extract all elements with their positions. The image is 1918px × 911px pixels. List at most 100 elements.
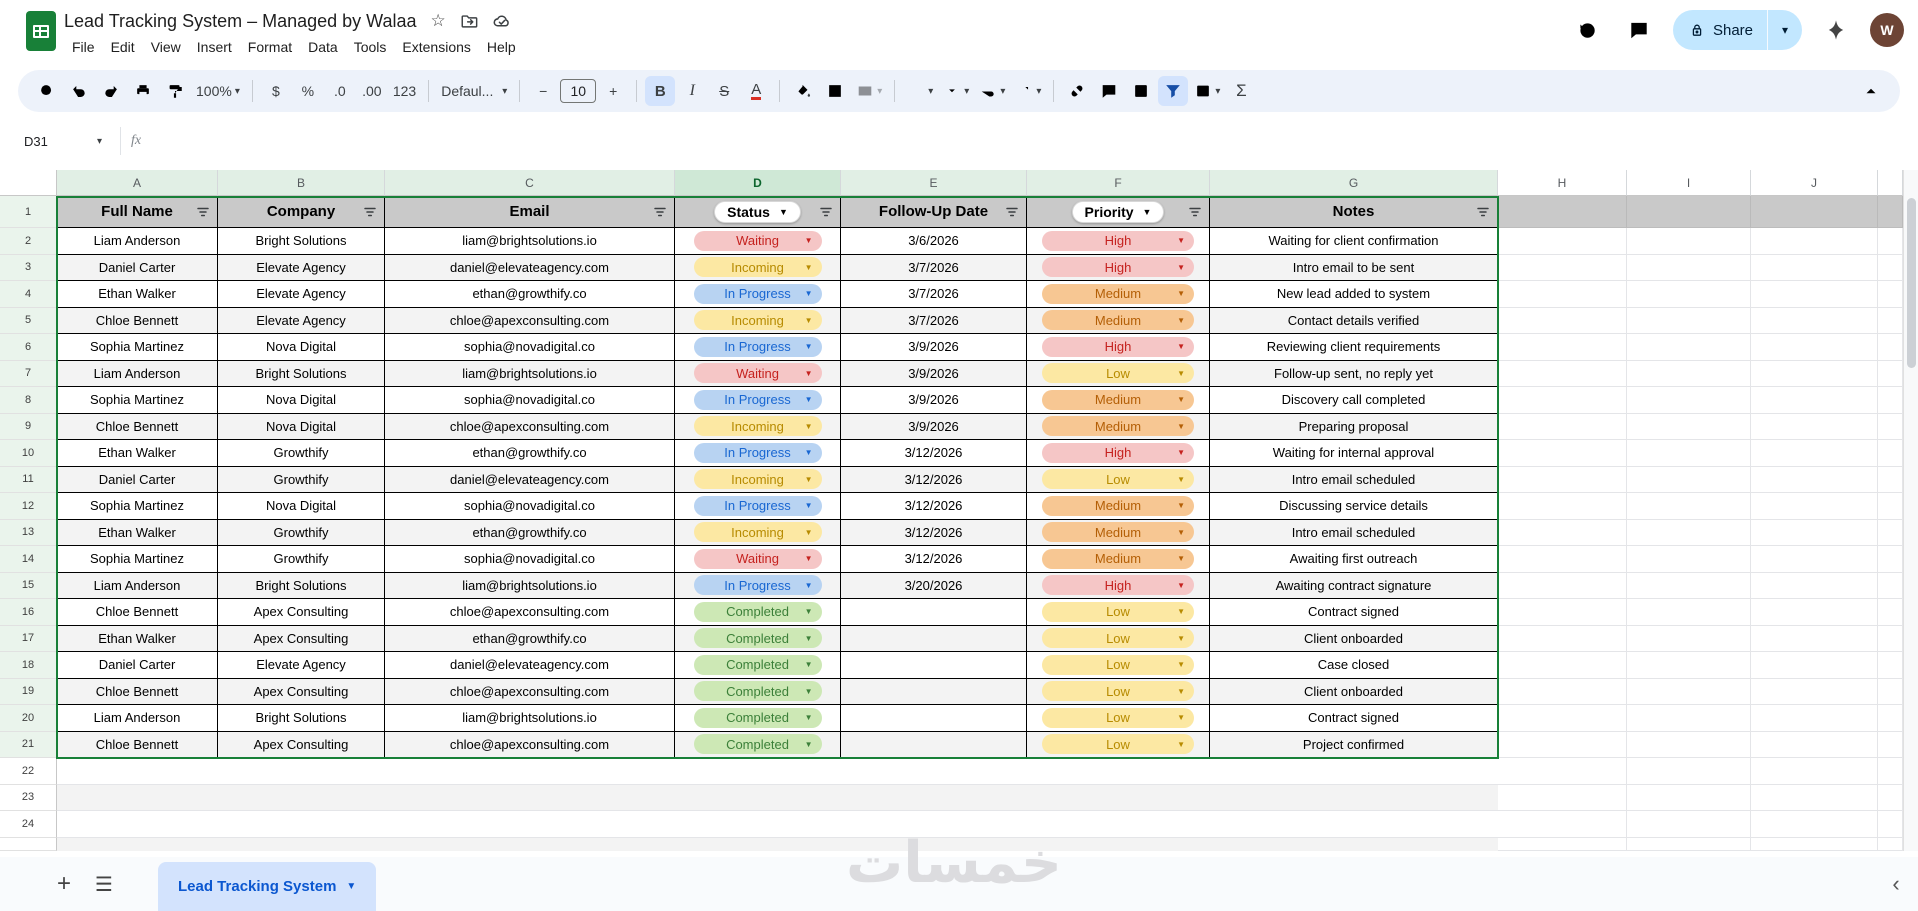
cell-J11[interactable]	[1751, 466, 1878, 493]
cell-H7[interactable]	[1498, 360, 1627, 387]
column-header-G[interactable]: G	[1210, 170, 1498, 196]
header-cell-full-name[interactable]: Full Name	[57, 196, 218, 228]
cell-D5[interactable]: Incoming ▼	[675, 307, 841, 334]
cell-D11[interactable]: Incoming ▼	[675, 466, 841, 493]
account-avatar[interactable]: W	[1870, 13, 1904, 47]
vertical-scrollbar[interactable]	[1903, 170, 1918, 851]
cell-E17[interactable]	[841, 625, 1027, 652]
cell-J24[interactable]	[1751, 811, 1878, 838]
row-number-8[interactable]: 8	[0, 387, 57, 414]
increase-font-size-button[interactable]: +	[598, 76, 628, 106]
priority-chip[interactable]: Low ▼	[1042, 469, 1194, 490]
sheet-tab-menu-icon[interactable]: ▼	[346, 881, 356, 892]
cell-C5[interactable]: chloe@apexconsulting.com	[385, 307, 675, 334]
cell-B6[interactable]: Nova Digital	[218, 334, 385, 361]
cell-J3[interactable]	[1751, 254, 1878, 281]
cell-I20[interactable]	[1627, 705, 1751, 732]
cell-B3[interactable]: Elevate Agency	[218, 254, 385, 281]
cell-E7[interactable]: 3/9/2026	[841, 360, 1027, 387]
more-formats-button[interactable]: 123	[389, 76, 420, 106]
cell-G4[interactable]: New lead added to system	[1210, 281, 1498, 308]
cell-H2[interactable]	[1498, 228, 1627, 255]
all-sheets-button[interactable]: ☰	[84, 857, 124, 911]
horizontal-align-button[interactable]: ▾	[903, 76, 937, 106]
add-sheet-button[interactable]: +	[44, 857, 84, 911]
cell-J12[interactable]	[1751, 493, 1878, 520]
cell-J23[interactable]	[1751, 784, 1878, 811]
cell-D14[interactable]: Waiting ▼	[675, 546, 841, 573]
cell-B12[interactable]: Nova Digital	[218, 493, 385, 520]
priority-chip[interactable]: Medium ▼	[1042, 495, 1194, 516]
status-chip[interactable]: Incoming ▼	[693, 416, 822, 437]
status-chip[interactable]: Incoming ▼	[693, 469, 822, 490]
cell-J6[interactable]	[1751, 334, 1878, 361]
cell-G18[interactable]: Case closed	[1210, 652, 1498, 679]
cell-extra-17[interactable]	[1878, 625, 1903, 652]
cell-extra-22[interactable]	[1878, 758, 1903, 785]
cell-D16[interactable]: Completed ▼	[675, 599, 841, 626]
cell-C6[interactable]: sophia@novadigital.co	[385, 334, 675, 361]
column-header-H[interactable]: H	[1498, 170, 1627, 196]
cell-H12[interactable]	[1498, 493, 1627, 520]
cell-J1[interactable]	[1751, 196, 1878, 228]
cell-E12[interactable]: 3/12/2026	[841, 493, 1027, 520]
hide-menus-button[interactable]	[1856, 76, 1886, 106]
row-number-11[interactable]: 11	[0, 466, 57, 493]
cell-D2[interactable]: Waiting ▼	[675, 228, 841, 255]
cell-E13[interactable]: 3/12/2026	[841, 519, 1027, 546]
cell-H19[interactable]	[1498, 678, 1627, 705]
cell-I18[interactable]	[1627, 652, 1751, 679]
cell-A7[interactable]: Liam Anderson	[57, 360, 218, 387]
cell-J22[interactable]	[1751, 758, 1878, 785]
row-number-1[interactable]: 1	[0, 196, 57, 228]
cell-D21[interactable]: Completed ▼	[675, 731, 841, 758]
cell-A9[interactable]: Chloe Bennett	[57, 413, 218, 440]
cell-E2[interactable]: 3/6/2026	[841, 228, 1027, 255]
row-number-6[interactable]: 6	[0, 334, 57, 361]
cell-C3[interactable]: daniel@elevateagency.com	[385, 254, 675, 281]
column-header-partial[interactable]	[1878, 170, 1903, 196]
cell-extra-13[interactable]	[1878, 519, 1903, 546]
cell-H15[interactable]	[1498, 572, 1627, 599]
filter-button[interactable]	[650, 202, 670, 222]
empty-range-23[interactable]	[57, 784, 1498, 811]
cell-G11[interactable]: Intro email scheduled	[1210, 466, 1498, 493]
insert-comment-button[interactable]	[1094, 76, 1124, 106]
cell-B8[interactable]: Nova Digital	[218, 387, 385, 414]
cell-G14[interactable]: Awaiting first outreach	[1210, 546, 1498, 573]
cell-G21[interactable]: Project confirmed	[1210, 731, 1498, 758]
cell-I1[interactable]	[1627, 196, 1751, 228]
cell-C8[interactable]: sophia@novadigital.co	[385, 387, 675, 414]
cell-J10[interactable]	[1751, 440, 1878, 467]
cell-E8[interactable]: 3/9/2026	[841, 387, 1027, 414]
cell-extra-6[interactable]	[1878, 334, 1903, 361]
priority-chip[interactable]: Medium ▼	[1042, 283, 1194, 304]
cell-H20[interactable]	[1498, 705, 1627, 732]
zoom-select[interactable]: 100% ▾	[192, 76, 244, 106]
status-chip[interactable]: Completed ▼	[693, 707, 822, 728]
menu-data[interactable]: Data	[300, 37, 346, 57]
cell-C21[interactable]: chloe@apexconsulting.com	[385, 731, 675, 758]
cell-extra-2[interactable]	[1878, 228, 1903, 255]
cell-F4[interactable]: Medium ▼	[1027, 281, 1210, 308]
cell-F16[interactable]: Low ▼	[1027, 599, 1210, 626]
priority-chip[interactable]: Low ▼	[1042, 734, 1194, 755]
cell-E16[interactable]	[841, 599, 1027, 626]
column-header-C[interactable]: C	[385, 170, 675, 196]
cell-D13[interactable]: Incoming ▼	[675, 519, 841, 546]
row-number-18[interactable]: 18	[0, 652, 57, 679]
menu-view[interactable]: View	[143, 37, 189, 57]
cell-A2[interactable]: Liam Anderson	[57, 228, 218, 255]
cell-B5[interactable]: Elevate Agency	[218, 307, 385, 334]
cell-F18[interactable]: Low ▼	[1027, 652, 1210, 679]
status-chip[interactable]: Completed ▼	[693, 734, 822, 755]
cell-I12[interactable]	[1627, 493, 1751, 520]
cell-A10[interactable]: Ethan Walker	[57, 440, 218, 467]
cell-extra-9[interactable]	[1878, 413, 1903, 440]
bold-button[interactable]: B	[645, 76, 676, 106]
cell-I3[interactable]	[1627, 254, 1751, 281]
priority-chip[interactable]: High ▼	[1042, 575, 1194, 596]
cell-I23[interactable]	[1627, 784, 1751, 811]
cell-I16[interactable]	[1627, 599, 1751, 626]
cell-H8[interactable]	[1498, 387, 1627, 414]
